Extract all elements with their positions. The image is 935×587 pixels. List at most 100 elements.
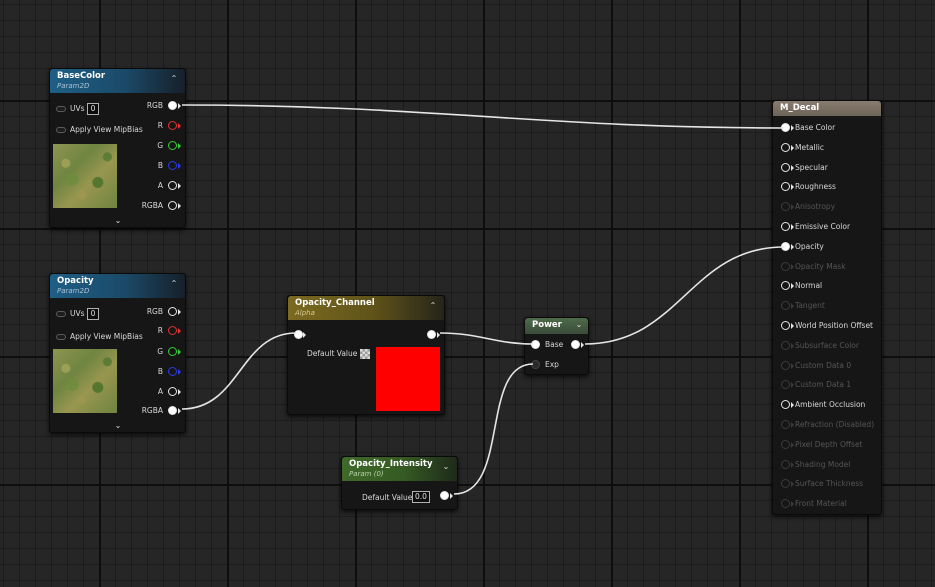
- power-node[interactable]: Power ⌄ Base Exp: [524, 317, 589, 375]
- basecolor-node-title: BaseColor: [57, 71, 106, 81]
- material-input-pin[interactable]: [781, 142, 790, 152]
- opacity-intensity-node[interactable]: Opacity_Intensity Param (0) ⌄ Default Va…: [341, 456, 458, 510]
- material-input-arrow: [791, 501, 794, 508]
- opacity-node-subtitle: Param2D: [57, 287, 90, 295]
- material-input-label: Opacity: [795, 241, 824, 251]
- wire-intensity-to-power-exp: [453, 363, 534, 495]
- material-input-pin[interactable]: [781, 241, 790, 251]
- material-input-row: Custom Data 0: [781, 360, 881, 372]
- material-input-arrow: [791, 323, 794, 329]
- material-input-pin[interactable]: [781, 123, 790, 132]
- output-pin-rgba[interactable]: [168, 406, 177, 415]
- material-input-row[interactable]: Normal: [781, 280, 881, 292]
- opacity-channel-node[interactable]: Opacity_Channel Alpha ⌃ Default Value: [287, 295, 445, 415]
- material-input-arrow: [791, 481, 794, 488]
- output-pin-a[interactable]: [168, 387, 177, 396]
- material-input-row[interactable]: Metallic: [781, 142, 881, 154]
- collapse-icon[interactable]: ⌃: [169, 74, 179, 84]
- material-input-pin[interactable]: [781, 162, 790, 172]
- output-arrow-rgba: [178, 408, 181, 414]
- output-pin-rgb[interactable]: [168, 101, 177, 110]
- material-input-pin[interactable]: [781, 222, 790, 231]
- default-value-field[interactable]: 0.0: [412, 491, 430, 503]
- wire-basecolor-rgb-to-decal-basecolor: [181, 104, 785, 129]
- basecolor-node-subtitle: Param2D: [57, 82, 90, 90]
- chevron-down-icon[interactable]: ⌄: [113, 216, 123, 226]
- material-input-arrow: [791, 303, 794, 310]
- output-pin[interactable]: [427, 330, 436, 339]
- output-pin-a[interactable]: [168, 181, 177, 190]
- material-input-pin[interactable]: [781, 281, 790, 291]
- material-input-pin: [781, 420, 790, 429]
- output-pin-rgba[interactable]: [168, 201, 177, 210]
- base-label: Base: [545, 340, 564, 349]
- power-node-header[interactable]: Power ⌄: [525, 318, 588, 334]
- material-input-row[interactable]: Specular: [781, 162, 881, 174]
- chevron-down-icon[interactable]: ⌄: [113, 421, 123, 431]
- output-arrow-r: [178, 328, 181, 334]
- uvs-input-pin[interactable]: [56, 311, 66, 317]
- uvs-value-field[interactable]: 0: [87, 308, 99, 320]
- output-pin-r[interactable]: [168, 326, 177, 335]
- material-input-label: World Position Offset: [795, 321, 873, 330]
- material-input-pin: [781, 479, 790, 489]
- output-arrow-b: [178, 163, 181, 169]
- material-input-pin[interactable]: [781, 400, 790, 410]
- output-pin[interactable]: [571, 340, 580, 349]
- material-input-row[interactable]: Opacity: [781, 241, 881, 253]
- material-input-arrow: [791, 224, 794, 230]
- material-input-pin[interactable]: [781, 182, 790, 192]
- material-input-label: Ambient Occlusion: [795, 400, 866, 410]
- material-input-row[interactable]: World Position Offset: [781, 320, 881, 332]
- mip-bias-input-pin[interactable]: [56, 127, 66, 133]
- chevron-down-icon[interactable]: ⌄: [441, 462, 451, 472]
- output-pin-g[interactable]: [168, 141, 177, 150]
- collapse-icon[interactable]: ⌃: [428, 301, 438, 311]
- output-arrow: [581, 342, 584, 348]
- wire-channel-output-to-power-base: [439, 332, 534, 345]
- uvs-value-field[interactable]: 0: [87, 103, 99, 115]
- output-pin-b[interactable]: [168, 367, 177, 376]
- material-input-pin: [781, 340, 790, 350]
- uvs-label: UVs: [70, 309, 85, 318]
- output-pin-g[interactable]: [168, 347, 177, 356]
- output-label-r: R: [157, 121, 163, 130]
- material-input-row[interactable]: Roughness: [781, 181, 881, 193]
- material-result-node[interactable]: M_Decal Base Color Metallic Specular Roughn…: [772, 100, 882, 515]
- material-input-pin: [781, 459, 790, 469]
- chevron-down-icon[interactable]: ⌄: [574, 320, 584, 330]
- collapse-icon[interactable]: ⌃: [169, 279, 179, 289]
- material-input-row[interactable]: Ambient Occlusion: [781, 399, 881, 411]
- mip-bias-input-pin[interactable]: [56, 334, 66, 340]
- material-input-arrow: [791, 263, 794, 270]
- opacity-node[interactable]: Opacity Param2D ⌃ UVs 0 Apply View MipBi…: [49, 273, 186, 433]
- material-input-row[interactable]: Base Color: [781, 122, 881, 134]
- uvs-input-pin[interactable]: [56, 106, 66, 112]
- material-input-row[interactable]: Emissive Color: [781, 221, 881, 233]
- opacity-channel-node-header[interactable]: Opacity_Channel Alpha ⌃: [288, 296, 444, 320]
- material-input-row: Opacity Mask: [781, 261, 881, 273]
- output-pin-b[interactable]: [168, 161, 177, 170]
- default-value-color-swatch[interactable]: [376, 347, 440, 411]
- material-input-arrow: [791, 461, 794, 468]
- basecolor-node[interactable]: BaseColor Param2D ⌃ UVs 0 Apply View Mip…: [49, 68, 186, 228]
- opacity-intensity-node-header[interactable]: Opacity_Intensity Param (0) ⌄: [342, 457, 457, 481]
- material-input-pin: [781, 499, 790, 509]
- output-pin[interactable]: [440, 491, 449, 500]
- basecolor-node-header[interactable]: BaseColor Param2D ⌃: [50, 69, 185, 93]
- material-input-pin[interactable]: [781, 321, 790, 330]
- material-input-arrow: [791, 243, 794, 250]
- material-input-arrow: [791, 164, 794, 171]
- checker-icon: [360, 349, 370, 359]
- output-label-g: G: [157, 141, 163, 150]
- material-input-label: Roughness: [795, 182, 836, 192]
- output-pin-rgb[interactable]: [168, 307, 177, 316]
- exp-input-pin[interactable]: [531, 360, 540, 369]
- output-pin-r[interactable]: [168, 121, 177, 130]
- base-input-pin[interactable]: [531, 340, 540, 349]
- output-arrow-rgba: [178, 203, 181, 209]
- opacity-node-header[interactable]: Opacity Param2D ⌃: [50, 274, 185, 298]
- output-label-rgb: RGB: [146, 101, 163, 110]
- material-result-node-header[interactable]: M_Decal: [773, 101, 881, 116]
- input-pin[interactable]: [294, 330, 303, 339]
